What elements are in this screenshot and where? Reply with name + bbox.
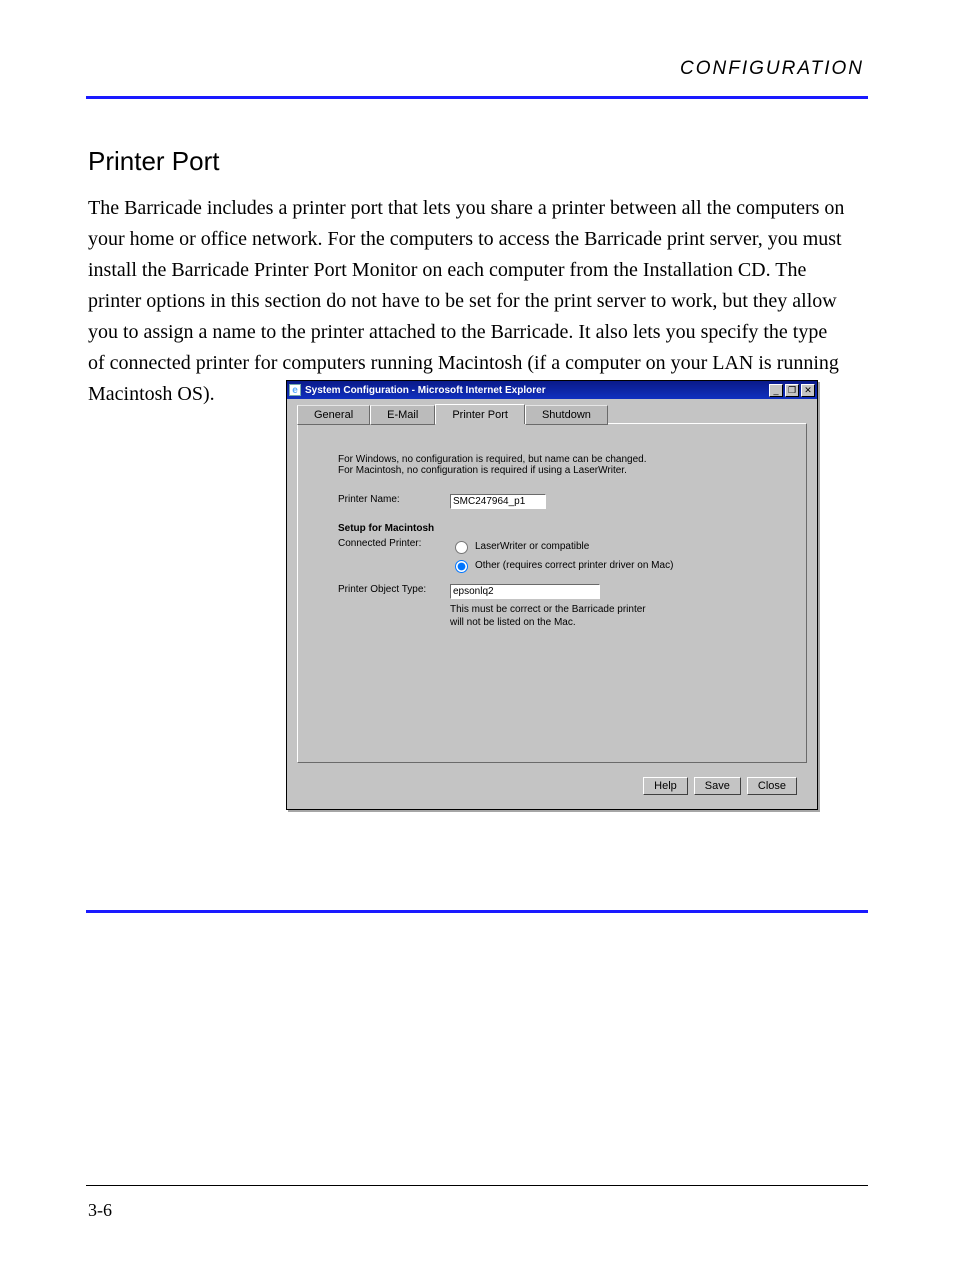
minimize-button[interactable]: _: [769, 384, 783, 397]
printer-name-label: Printer Name:: [338, 494, 450, 505]
page-header-right: CONFIGURATION: [680, 58, 864, 80]
radio-laserwriter-label: LaserWriter or compatible: [475, 541, 589, 552]
close-button[interactable]: Close: [747, 777, 797, 795]
printer-object-type-input[interactable]: [450, 584, 600, 599]
radio-laserwriter[interactable]: [455, 541, 468, 554]
info-line-2: For Macintosh, no configuration is requi…: [338, 465, 766, 476]
footer-rule: [86, 1185, 868, 1186]
mid-rule: [86, 910, 868, 913]
window-title: System Configuration - Microsoft Interne…: [305, 385, 546, 396]
section-title: Printer Port: [88, 146, 220, 177]
tab-shutdown[interactable]: Shutdown: [525, 405, 608, 425]
ie-icon: e: [289, 384, 301, 396]
tab-printer-port[interactable]: Printer Port: [435, 404, 525, 424]
header-rule: [86, 96, 868, 99]
mac-setup-heading: Setup for Macintosh: [338, 523, 766, 534]
page-number: 3-6: [88, 1200, 112, 1221]
radio-other[interactable]: [455, 560, 468, 573]
tab-general[interactable]: General: [297, 405, 370, 425]
tabstrip: General E-Mail Printer Port Shutdown: [291, 403, 813, 423]
tab-email[interactable]: E-Mail: [370, 405, 435, 425]
connected-printer-label: Connected Printer:: [338, 538, 450, 549]
help-button[interactable]: Help: [643, 777, 688, 795]
object-type-hint: This must be correct or the Barricade pr…: [450, 603, 660, 629]
close-window-button[interactable]: ✕: [801, 384, 815, 397]
radio-other-label: Other (requires correct printer driver o…: [475, 560, 673, 571]
tab-panel: For Windows, no configuration is require…: [297, 423, 807, 763]
printer-name-input[interactable]: [450, 494, 546, 509]
printer-object-type-label: Printer Object Type:: [338, 584, 450, 595]
info-line-1: For Windows, no configuration is require…: [338, 454, 766, 465]
maximize-button[interactable]: ❐: [785, 384, 799, 397]
save-button[interactable]: Save: [694, 777, 741, 795]
titlebar: e System Configuration - Microsoft Inter…: [287, 381, 817, 399]
system-configuration-window: e System Configuration - Microsoft Inter…: [286, 380, 818, 810]
body-text: The Barricade includes a printer port th…: [88, 193, 848, 410]
